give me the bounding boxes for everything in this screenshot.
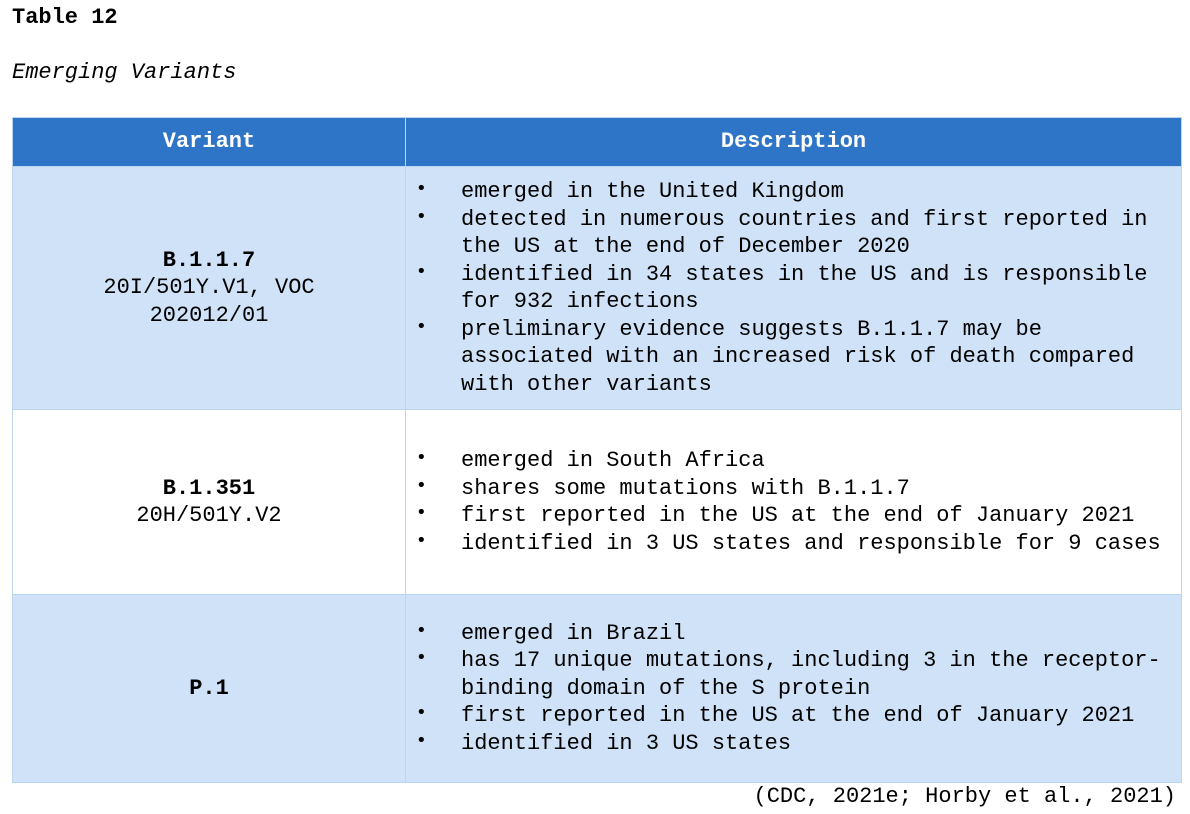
bullet-icon: • bbox=[416, 619, 427, 641]
list-item: • has 17 unique mutations, including 3 in… bbox=[406, 647, 1171, 702]
list-item: • first reported in the US at the end of … bbox=[406, 502, 1171, 530]
bullet-icon: • bbox=[416, 729, 427, 751]
description-list: • emerged in the United Kingdom • detected… bbox=[406, 178, 1181, 398]
table-header-row: Variant Description bbox=[12, 117, 1182, 167]
variant-cell: B.1.1.7 20I/501Y.V1, VOC 202012/01 bbox=[12, 166, 406, 410]
column-header-description: Description bbox=[405, 117, 1182, 167]
list-item: • emerged in the United Kingdom bbox=[406, 178, 1171, 206]
list-item: • identified in 3 US states bbox=[406, 730, 1171, 758]
bullet-icon: • bbox=[416, 529, 427, 551]
bullet-icon: • bbox=[416, 502, 427, 523]
table-row: B.1.351 20H/501Y.V2 • emerged in South Af… bbox=[12, 409, 1182, 595]
table-row: B.1.1.7 20I/501Y.V1, VOC 202012/01 • emer… bbox=[12, 166, 1182, 410]
bullet-icon: • bbox=[416, 178, 427, 199]
list-item: • identified in 34 states in the US and i… bbox=[406, 261, 1171, 316]
description-cell: • emerged in South Africa • shares some mu… bbox=[405, 409, 1182, 595]
list-item: • emerged in South Africa bbox=[406, 447, 1171, 475]
variant-name: B.1.1.7 bbox=[162, 247, 256, 273]
table-number: Table 12 bbox=[12, 5, 118, 30]
list-item: • first reported in the US at the end of … bbox=[406, 702, 1171, 730]
variants-table: Variant Description B.1.1.7 20I/501Y.V1,… bbox=[12, 117, 1182, 783]
list-item: • shares some mutations with B.1.1.7 bbox=[406, 475, 1171, 503]
column-header-variant: Variant bbox=[12, 117, 406, 167]
bullet-icon: • bbox=[416, 447, 427, 468]
variant-cell: B.1.351 20H/501Y.V2 bbox=[12, 409, 406, 595]
description-cell: • emerged in the United Kingdom • detected… bbox=[405, 166, 1182, 410]
list-item: • identified in 3 US states and responsib… bbox=[406, 530, 1171, 558]
citation: (CDC, 2021e; Horby et al., 2021) bbox=[753, 784, 1176, 809]
description-list: • emerged in South Africa • shares some mu… bbox=[406, 447, 1181, 557]
bullet-icon: • bbox=[416, 647, 427, 669]
variant-cell: P.1 bbox=[12, 594, 406, 783]
list-item: • detected in numerous countries and firs… bbox=[406, 206, 1171, 261]
list-item: • preliminary evidence suggests B.1.1.7 m… bbox=[406, 316, 1171, 399]
bullet-icon: • bbox=[416, 474, 427, 496]
table-title: Emerging Variants bbox=[12, 60, 237, 85]
bullet-icon: • bbox=[416, 260, 427, 282]
bullet-icon: • bbox=[416, 205, 427, 227]
variant-name: B.1.351 bbox=[162, 475, 256, 501]
description-list: • emerged in Brazil • has 17 unique mutati… bbox=[406, 620, 1181, 758]
variant-alias: 20I/501Y.V1, VOC 202012/01 bbox=[103, 275, 315, 328]
bullet-icon: • bbox=[416, 702, 427, 724]
description-cell: • emerged in Brazil • has 17 unique mutati… bbox=[405, 594, 1182, 783]
table-row: P.1 • emerged in Brazil • has 17 unique mu… bbox=[12, 594, 1182, 783]
variant-name: P.1 bbox=[189, 675, 229, 701]
variant-alias: 20H/501Y.V2 bbox=[136, 503, 282, 528]
list-item: • emerged in Brazil bbox=[406, 620, 1171, 648]
bullet-icon: • bbox=[416, 315, 427, 337]
